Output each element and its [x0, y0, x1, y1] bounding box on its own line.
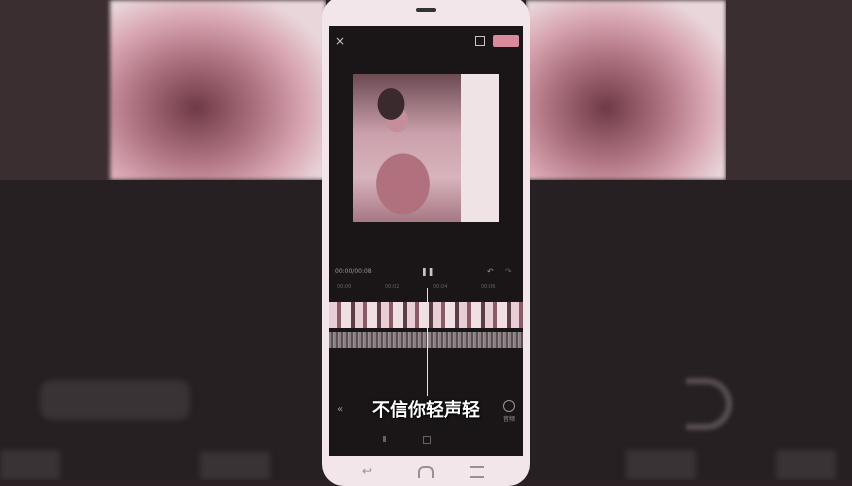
timeline-ruler: 00:00 00:02 00:04 00:06	[329, 284, 523, 294]
audio-tool-button[interactable]: 音频	[501, 400, 517, 423]
video-clip-track[interactable]	[329, 302, 523, 328]
background-edge	[726, 0, 852, 180]
audio-tool-label: 音频	[502, 416, 515, 423]
background-blur-shape	[200, 452, 270, 480]
background-dark-area	[0, 180, 326, 480]
nav-menu-icon[interactable]	[470, 466, 484, 478]
phone-speaker	[416, 8, 436, 12]
video-preview[interactable]	[353, 74, 499, 222]
background-dark-area	[526, 180, 852, 480]
phone-frame: × 00:00/00:08 ❚❚ ↶ ↷ 00:00 00:02 00:04 0…	[322, 0, 530, 486]
blurred-background-right	[526, 0, 852, 480]
editor-top-bar: ×	[329, 26, 523, 56]
background-blur-shape	[0, 450, 60, 480]
background-blur-shape	[40, 380, 190, 420]
android-nav-bar: ↩	[322, 458, 530, 486]
nav-back-icon[interactable]: ↩	[362, 464, 372, 478]
redo-icon[interactable]: ↷	[505, 267, 512, 276]
video-frame-image	[353, 74, 461, 222]
export-button[interactable]	[493, 35, 519, 47]
timecode: 00:00/00:08	[335, 268, 372, 275]
close-icon[interactable]: ×	[335, 34, 345, 48]
pause-icon[interactable]: ❚❚	[421, 267, 434, 277]
video-editor-screen: × 00:00/00:08 ❚❚ ↶ ↷ 00:00 00:02 00:04 0…	[329, 26, 523, 456]
playhead[interactable]	[427, 288, 428, 396]
caption-text: 不信你轻声轻	[372, 400, 480, 421]
background-edge	[0, 0, 110, 180]
ruler-mark: 00:06	[481, 284, 496, 290]
blurred-background-left	[0, 0, 326, 480]
undo-icon[interactable]: ↶	[487, 267, 494, 276]
audio-tool-icon	[503, 400, 515, 412]
toolbar-icon[interactable]	[383, 436, 386, 442]
background-photo-blur	[526, 0, 726, 180]
background-photo-blur	[110, 0, 326, 180]
toolbar-icon[interactable]	[423, 436, 431, 444]
background-blur-shape	[626, 450, 696, 480]
ruler-mark: 00:04	[433, 284, 448, 290]
audio-waveform-track[interactable]	[329, 332, 523, 348]
ruler-mark: 00:02	[385, 284, 400, 290]
background-blur-shape	[776, 450, 836, 480]
nav-home-icon[interactable]	[418, 466, 434, 478]
fullscreen-icon[interactable]	[475, 36, 485, 46]
ruler-mark: 00:00	[337, 284, 352, 290]
